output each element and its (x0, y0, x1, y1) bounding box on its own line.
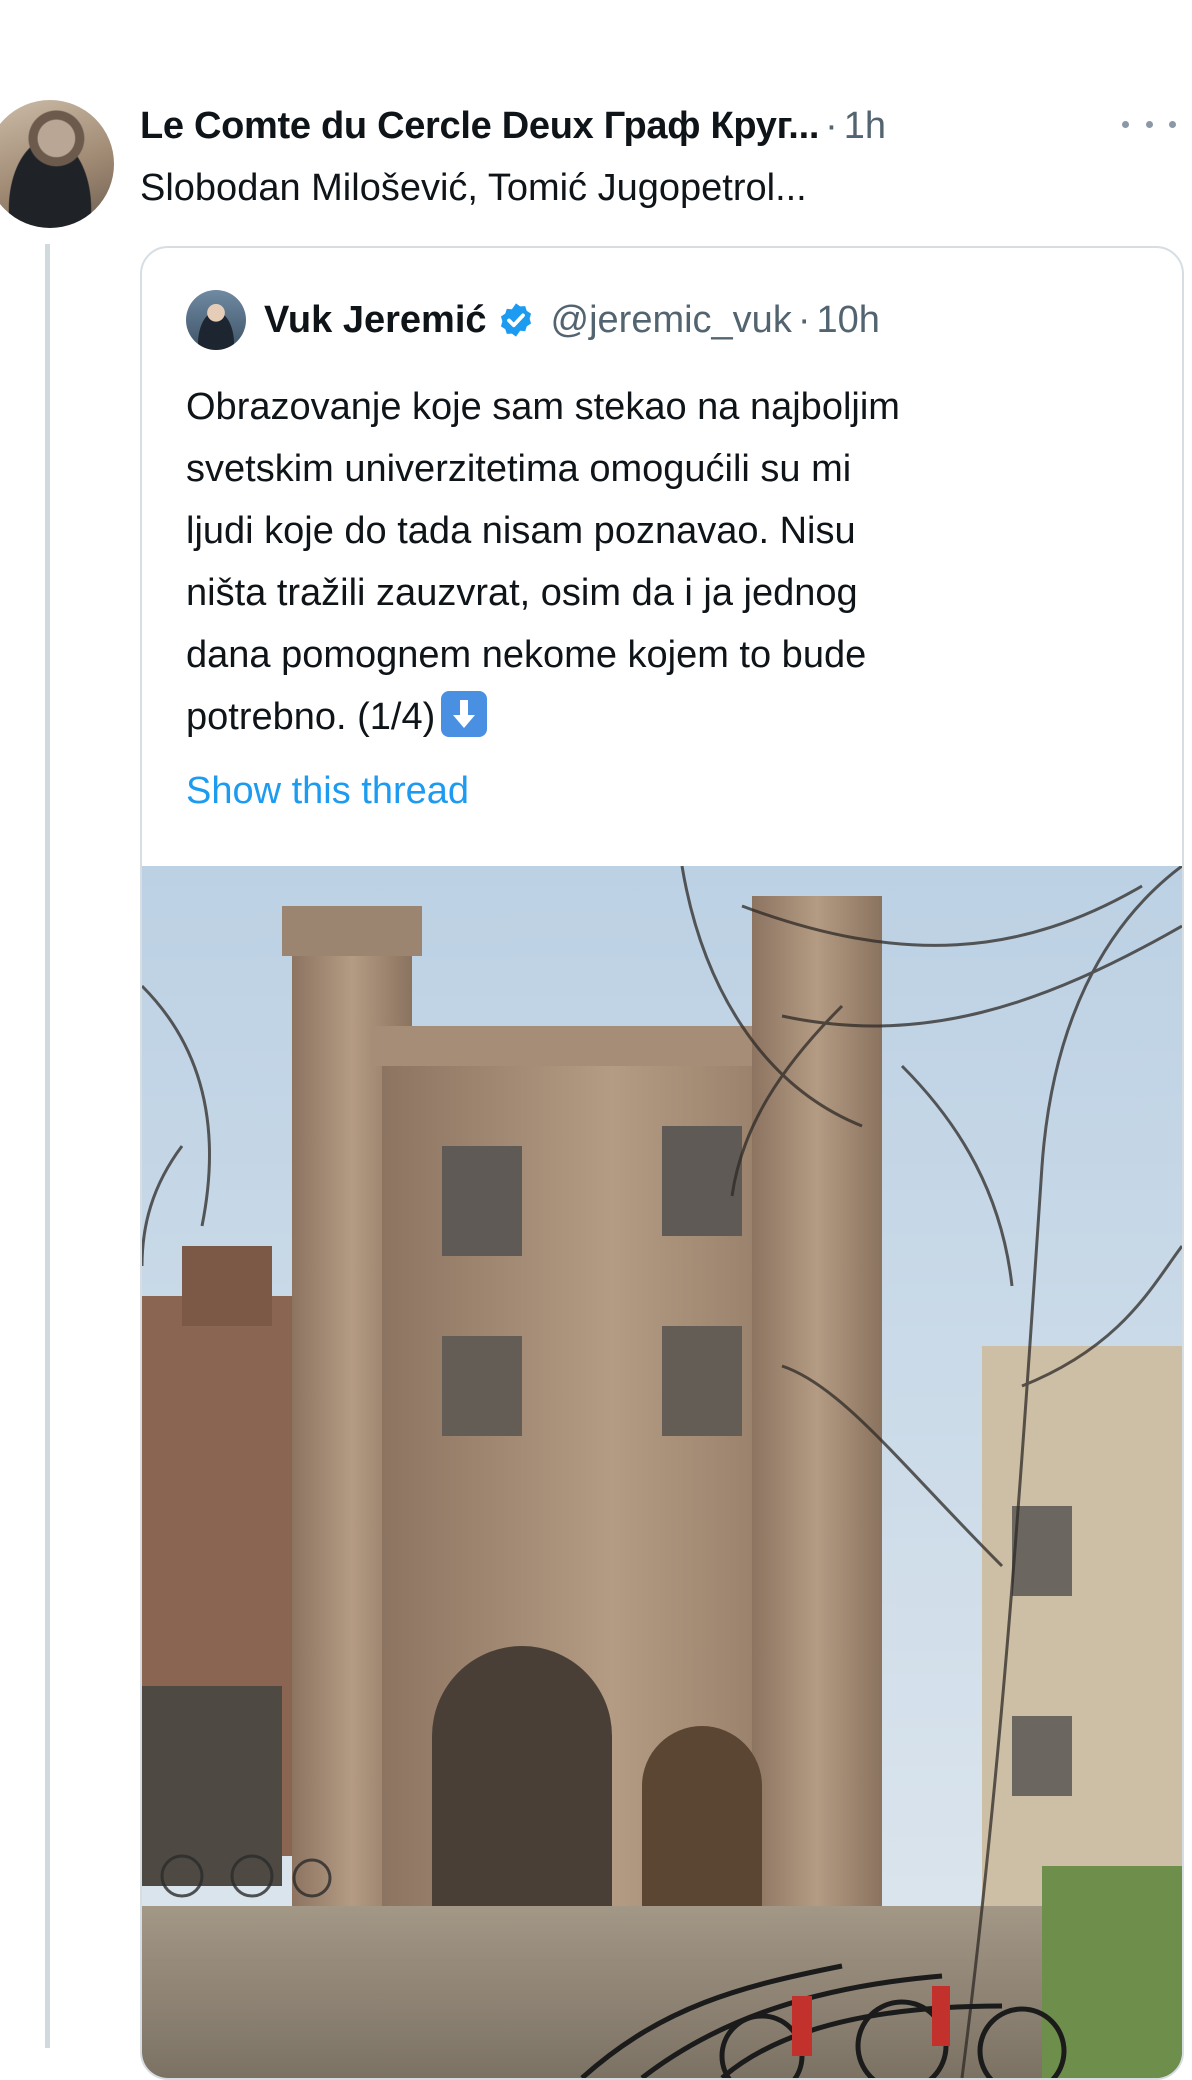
author-display-name[interactable]: Le Comte du Cercle Deux Граф Круг... (140, 105, 819, 148)
more-options-icon[interactable] (1122, 112, 1176, 136)
down-arrow-emoji-icon (441, 691, 488, 737)
header-separator: · (825, 104, 838, 147)
quoted-author-handle: @jeremic_vuk (550, 298, 792, 341)
quoted-text-line: potrebno. (1/4) (186, 696, 436, 738)
quoted-text-line: ljudi koje do tada nisam poznavao. Nisu (186, 510, 856, 552)
thread-connector-line (45, 244, 50, 2048)
verified-badge-icon (500, 303, 531, 337)
college-gatehouse-photo[interactable] (142, 866, 1182, 2078)
quoted-tweet-timestamp: 10h (816, 298, 880, 341)
quoted-text-last-line: potrebno. (1/4) (186, 686, 1146, 748)
show-thread-link[interactable]: Show this thread (186, 770, 469, 813)
tweet[interactable]: Le Comte du Cercle Deux Граф Круг... · 1… (0, 0, 1192, 2080)
author-avatar[interactable] (0, 100, 114, 228)
quoted-text-line: Obrazovanje koje sam stekao na najboljim (186, 386, 900, 428)
tweet-header: Le Comte du Cercle Deux Граф Круг... · 1… (140, 98, 886, 154)
quoted-text-line: dana pomognem nekome kojem to bude (186, 634, 867, 676)
tweet-timestamp[interactable]: 1h (844, 105, 886, 148)
quoted-tweet-header: Vuk Jeremić @jeremic_vuk · 10h (186, 290, 880, 350)
tweet-text: Slobodan Milošević, Tomić Jugopetrol... (140, 167, 807, 209)
quoted-text-line: svetskim univerzitetima omogućili su mi (186, 448, 852, 490)
quoted-header-separator: · (797, 298, 811, 341)
quoted-tweet-text: Obrazovanje koje sam stekao na najboljim… (186, 376, 1146, 748)
quoted-author-display-name: Vuk Jeremić (264, 298, 487, 341)
quoted-tweet-card[interactable]: Vuk Jeremić @jeremic_vuk · 10h Obrazovan… (140, 246, 1184, 2080)
quoted-text-line: ništa tražili zauzvrat, osim da i ja jed… (186, 572, 858, 614)
quoted-author-avatar (186, 290, 246, 350)
